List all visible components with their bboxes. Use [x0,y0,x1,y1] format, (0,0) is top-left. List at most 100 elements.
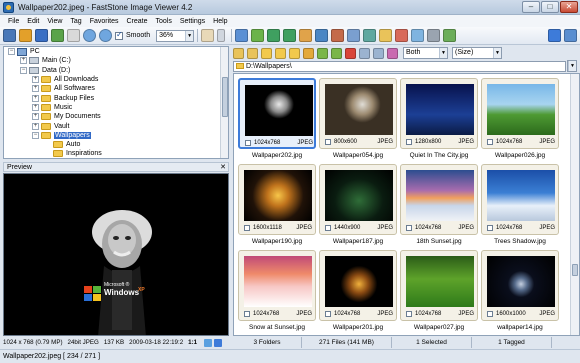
tag-checkbox[interactable] [487,138,493,145]
slideshow-icon[interactable] [395,29,409,42]
menu-favorites[interactable]: Favorites [86,18,123,25]
menu-tag[interactable]: Tag [66,18,85,25]
tree-item[interactable]: − Wallpapers [4,131,228,140]
fit-icon[interactable] [204,338,213,347]
menu-tools[interactable]: Tools [152,18,176,25]
menu-file[interactable]: File [4,18,23,25]
thumbnail-item[interactable]: 1024x768 JPEG 18th Sunset.jpg [400,164,478,248]
expand-icon[interactable]: + [32,122,39,130]
filter-combo[interactable]: Both ▼ [403,47,448,59]
fullscreen-icon[interactable] [51,29,64,42]
minimize-button[interactable]: – [522,1,540,13]
tag-checkbox[interactable] [406,224,412,231]
thumbnail-frame[interactable]: 1280x800 JPEG [400,78,478,149]
thumbnails-icon[interactable] [373,47,384,59]
thumbnail-image[interactable] [325,84,393,135]
thumbnail-item[interactable]: 1024x768 JPEG Trees Shadow.jpg [481,164,559,248]
thumbnail-item[interactable]: 1600x1118 JPEG Wallpaper190.jpg [238,164,316,248]
thumbnail-image[interactable] [487,170,555,221]
wallpaper-icon[interactable] [443,29,457,42]
email-icon[interactable] [411,29,425,42]
thumbnail-frame[interactable]: 1024x768 JPEG [238,250,316,321]
open-folder-icon[interactable] [19,29,32,42]
thumbnail-image[interactable] [487,84,555,135]
tag-checkbox[interactable] [406,310,412,317]
save-icon[interactable] [35,29,48,42]
thumbnail-item[interactable]: 1024x768 JPEG Wallpaper027.jpg [400,250,478,334]
up-folder-icon[interactable] [261,47,272,59]
expand-icon[interactable]: + [32,85,39,93]
tree-scrollbar-thumb[interactable] [222,77,228,117]
collapse-icon[interactable]: − [32,131,39,139]
thumbnail-frame[interactable]: 1024x768 JPEG [238,78,316,149]
expand-icon[interactable]: + [32,76,39,84]
zoom-combo[interactable]: 36% ▼ [156,29,195,42]
tree-item[interactable]: + Music [4,103,228,112]
thumbnail-frame[interactable]: 1600x1000 JPEG [481,250,559,321]
thumbnail-image[interactable] [325,170,393,221]
move-to-icon[interactable] [251,29,265,42]
thumbnail-item[interactable]: 1600x1000 JPEG wallpaper14.jpg [481,250,559,334]
batch-convert-icon[interactable] [379,29,393,42]
tree-item[interactable]: − Data (D:) [4,66,228,75]
menu-help[interactable]: Help [209,18,231,25]
thumbnail-frame[interactable]: 1024x768 JPEG [481,164,559,235]
forward-icon[interactable] [247,47,258,59]
thumbnail-image[interactable] [406,84,474,135]
layout-icon[interactable] [548,29,561,42]
path-dropdown[interactable]: ▼ [567,60,577,72]
layout-toggle-icon[interactable] [551,337,571,348]
thumbnail-item[interactable]: 1280x800 JPEG Quiet In The City.jpg [400,78,478,162]
tag-checkbox[interactable] [406,138,412,145]
tag-checkbox[interactable] [244,310,250,317]
menu-create[interactable]: Create [122,18,151,25]
zoom-out-icon[interactable] [99,29,112,42]
expand-icon[interactable]: + [20,57,27,65]
tag-icon[interactable] [387,47,398,59]
thumbnail-item[interactable]: 1024x768 JPEG Wallpaper202.jpg [238,78,316,162]
thumbnail-frame[interactable]: 1600x1118 JPEG [238,164,316,235]
tree-scrollbar[interactable] [220,47,228,158]
expand-icon[interactable]: + [32,94,39,102]
menu-settings[interactable]: Settings [176,18,209,25]
delete-icon[interactable] [345,47,356,59]
close-button[interactable]: ✕ [560,1,578,13]
sort-combo[interactable]: (Size) ▼ [452,47,502,59]
tree-item[interactable]: + Main (C:) [4,56,228,65]
thumbnail-image[interactable] [325,256,393,307]
thumbnail-image[interactable] [487,256,555,307]
tree-item[interactable]: + All Downloads [4,75,228,84]
tree-item[interactable]: Auto [4,140,228,149]
print-icon[interactable] [427,29,441,42]
thumbnail-image[interactable] [244,256,312,307]
tree-item[interactable]: + All Softwares [4,84,228,93]
tag-checkbox[interactable] [487,310,493,317]
thumbnail-image[interactable] [406,256,474,307]
copy-icon[interactable] [317,47,328,59]
tree-item[interactable]: + Vault [4,121,228,130]
thumbnail-item[interactable]: 800x600 JPEG Wallpaper054.jpg [319,78,397,162]
refresh-icon[interactable] [303,47,314,59]
thumbnail-item[interactable]: 1024x768 JPEG Wallpaper201.jpg [319,250,397,334]
tag-checkbox[interactable] [245,139,251,146]
resize-icon[interactable] [315,29,329,42]
zoom-ratio[interactable]: 1:1 [188,337,197,348]
collapse-icon[interactable]: − [20,66,27,74]
thumbnail-item[interactable]: 1024x768 JPEG Wallpaper026.jpg [481,78,559,162]
tree-item[interactable]: + Backup Files [4,93,228,102]
expand-icon[interactable] [214,338,223,347]
zoom-in-icon[interactable] [83,29,96,42]
expand-icon[interactable]: + [32,103,39,111]
fullscreen-browser-icon[interactable] [564,29,577,42]
close-icon[interactable]: ✕ [220,163,226,173]
grid-scrollbar-thumb[interactable] [572,264,578,276]
preview-image[interactable]: Microsoft ® Windows XP [3,173,229,336]
thumbnail-image[interactable] [244,170,312,221]
thumbnail-frame[interactable]: 1024x768 JPEG [400,164,478,235]
tag-checkbox[interactable] [244,224,250,231]
thumbnail-item[interactable]: 1024x768 JPEG Snow at Sunset.jpg [238,250,316,334]
thumbnail-frame[interactable]: 1024x768 JPEG [400,250,478,321]
color-adjust-icon[interactable] [331,29,345,42]
thumbnail-image[interactable] [245,85,313,136]
fit-window-icon[interactable] [67,29,80,42]
